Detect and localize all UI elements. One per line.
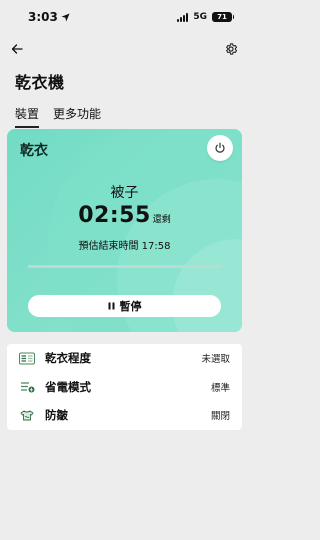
status-indicators: 5G 71 <box>177 12 234 22</box>
back-arrow-icon <box>11 44 23 54</box>
status-time: 3:03 <box>28 10 70 24</box>
settings-button[interactable] <box>222 40 240 58</box>
cycle-status-card: 乾衣 被子 02:55 還剩 預估結束時間 17:58 暫停 <box>7 129 242 332</box>
setting-label: 乾衣程度 <box>45 351 91 366</box>
setting-label: 省電模式 <box>45 379 91 394</box>
power-icon <box>215 142 225 153</box>
energy-saving-icon <box>19 380 35 394</box>
battery-icon: 71 <box>212 12 234 22</box>
cellular-signal-icon <box>177 12 189 22</box>
setting-value: 標準 <box>210 382 230 394</box>
settings-list: 乾衣程度 未選取 省電模式 標準 防皺 關閉 <box>7 344 242 430</box>
network-type: 5G <box>193 12 207 22</box>
wrinkle-prevent-icon <box>19 408 35 422</box>
cycle-progress-bar <box>28 265 221 268</box>
tab-bar: 裝置 更多功能 <box>15 105 101 128</box>
pause-icon <box>108 302 114 310</box>
cycle-mode-label: 乾衣 <box>20 143 48 159</box>
back-button[interactable] <box>8 40 26 58</box>
setting-row-dryness-level[interactable]: 乾衣程度 未選取 <box>7 344 242 373</box>
setting-value: 未選取 <box>201 354 230 366</box>
page-title: 乾衣機 <box>15 73 65 92</box>
setting-row-energy-saving[interactable]: 省電模式 標準 <box>7 373 242 402</box>
clock-text: 3:03 <box>28 10 58 24</box>
tab-device[interactable]: 裝置 <box>15 105 40 128</box>
setting-label: 防皺 <box>45 408 68 423</box>
dryness-level-icon <box>19 351 35 365</box>
pause-button[interactable]: 暫停 <box>28 295 221 317</box>
remaining-time-unit: 還剩 <box>152 215 171 225</box>
setting-row-wrinkle-prevent[interactable]: 防皺 關閉 <box>7 401 242 430</box>
status-bar: 3:03 5G 71 <box>0 0 249 34</box>
battery-level: 71 <box>217 13 227 21</box>
remaining-time: 02:55 還剩 <box>7 203 242 228</box>
gear-icon <box>226 43 238 55</box>
tab-more-functions[interactable]: 更多功能 <box>53 105 101 126</box>
location-arrow-icon <box>61 12 70 22</box>
power-button[interactable] <box>207 135 233 161</box>
program-name: 被子 <box>110 185 139 201</box>
remaining-time-value: 02:55 <box>78 203 151 228</box>
tab-device-label: 裝置 <box>15 107 40 121</box>
pause-button-label: 暫停 <box>119 300 142 313</box>
estimated-end-time: 預估結束時間 17:58 <box>78 241 171 252</box>
setting-value: 關閉 <box>210 411 230 423</box>
top-navigation <box>0 40 249 60</box>
tab-more-functions-label: 更多功能 <box>53 107 102 121</box>
